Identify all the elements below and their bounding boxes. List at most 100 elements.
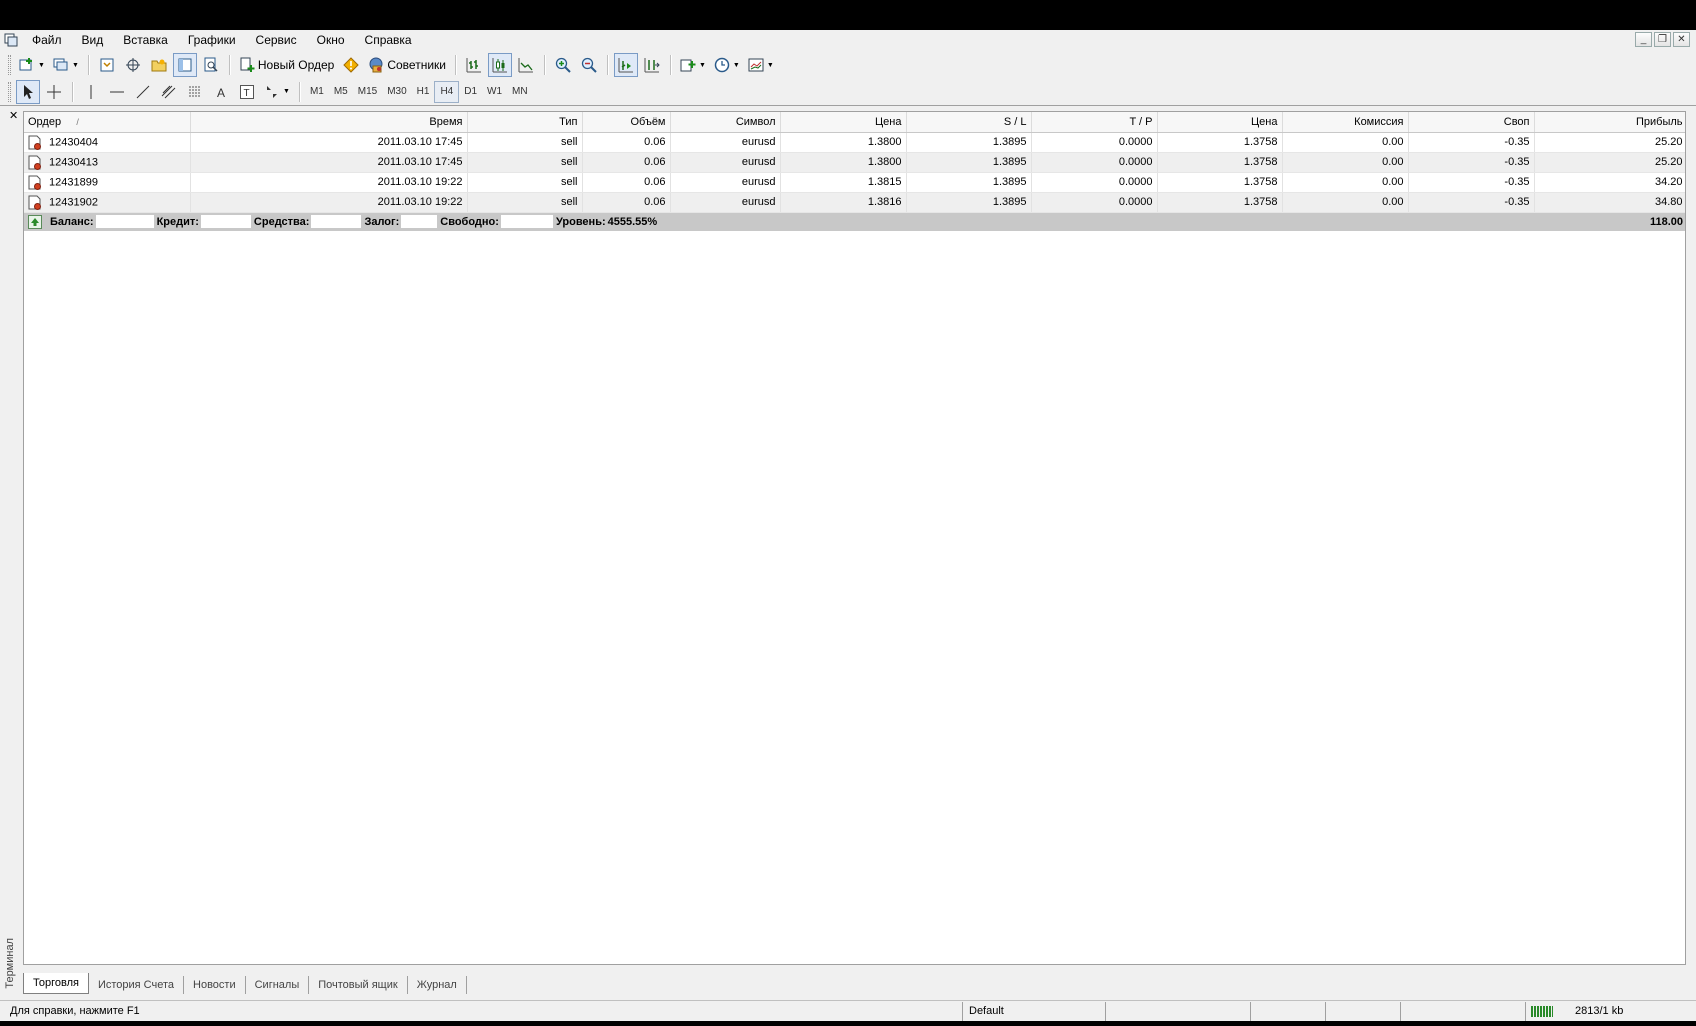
order-profit: 25.20 [1534, 132, 1685, 153]
menu-view[interactable]: Вид [72, 30, 114, 50]
status-profile: Default [962, 1001, 1004, 1021]
tester-button[interactable] [199, 53, 223, 77]
vertical-line-button[interactable] [79, 80, 103, 104]
table-row[interactable]: 12431902 2011.03.10 19:22 sell 0.06 euru… [24, 192, 1685, 213]
menu-window[interactable]: Окно [307, 30, 355, 50]
tab-trade[interactable]: Торговля [23, 973, 89, 994]
order-price: 1.3815 [780, 172, 907, 193]
timeframe-m15[interactable]: M15 [353, 81, 382, 103]
timeframe-h1[interactable]: H1 [412, 81, 435, 103]
tab-signals[interactable]: Сигналы [246, 976, 310, 994]
toolbar-grip[interactable] [8, 81, 11, 102]
zoom-in-icon [555, 57, 571, 73]
zoom-in-button[interactable] [551, 53, 575, 77]
fibonacci-button[interactable] [183, 80, 207, 104]
bar-chart-button[interactable] [462, 53, 486, 77]
column-header-type[interactable]: Тип [467, 112, 583, 133]
restore-button[interactable]: ❐ [1654, 32, 1671, 47]
vertical-line-icon [90, 84, 92, 99]
trendline-button[interactable] [131, 80, 155, 104]
profiles-button[interactable]: ▼ [50, 53, 82, 77]
status-divider [1400, 1001, 1401, 1021]
cursor-button[interactable] [16, 79, 40, 104]
equidistant-channel-button[interactable] [157, 80, 181, 104]
timeframe-mn[interactable]: MN [507, 81, 533, 103]
order-tp: 0.0000 [1031, 172, 1158, 193]
column-header-tp[interactable]: T / P [1031, 112, 1158, 133]
new-chart-button[interactable]: ▼ [16, 53, 48, 77]
crosshair-button[interactable] [42, 80, 66, 104]
column-header-volume[interactable]: Объём [582, 112, 671, 133]
timeframe-m30[interactable]: M30 [382, 81, 411, 103]
arrows-button[interactable]: ▼ [261, 80, 293, 104]
column-header-time[interactable]: Время [190, 112, 468, 133]
column-header-profit[interactable]: Прибыль [1534, 112, 1685, 133]
column-header-symbol[interactable]: Символ [670, 112, 781, 133]
terminal-side-strip: ✕ Терминал [0, 107, 23, 997]
auto-scroll-icon [618, 58, 633, 73]
order-price: 1.3816 [780, 192, 907, 213]
menu-file[interactable]: Файл [22, 30, 72, 50]
text-button[interactable]: A [209, 80, 233, 104]
line-chart-button[interactable] [514, 53, 538, 77]
toolbar-separator [228, 55, 230, 75]
auto-scroll-button[interactable] [613, 53, 638, 77]
order-price: 1.3800 [780, 132, 907, 153]
order-symbol: eurusd [670, 152, 781, 173]
toolbar-grip[interactable] [8, 55, 11, 75]
text-label-button[interactable]: T [235, 80, 259, 104]
periods-button[interactable]: ▼ [711, 53, 743, 77]
order-symbol: eurusd [670, 132, 781, 153]
credit-value-masked [200, 215, 251, 229]
metaeditor-button[interactable] [339, 53, 363, 77]
text-a-icon: A [217, 86, 225, 100]
chart-shift-button[interactable] [640, 53, 664, 77]
close-button[interactable]: ✕ [1673, 32, 1690, 47]
menu-charts[interactable]: Графики [178, 30, 246, 50]
window-controls: _ ❐ ✕ [1635, 32, 1690, 47]
table-row[interactable]: 12430404 2011.03.10 17:45 sell 0.06 euru… [24, 132, 1685, 153]
account-summary-row[interactable]: Баланс: Кредит: Средства: Залог: Свободн… [24, 212, 1685, 231]
menu-insert[interactable]: Вставка [113, 30, 178, 50]
timeframe-m5[interactable]: M5 [329, 81, 353, 103]
toolbar-separator [454, 55, 456, 75]
templates-button[interactable]: ▼ [745, 53, 777, 77]
candlestick-chart-button[interactable] [487, 53, 512, 77]
navigator-button[interactable] [147, 53, 171, 77]
chart-shift-icon [644, 58, 660, 73]
column-header-current-price[interactable]: Цена [1157, 112, 1283, 133]
menu-tools[interactable]: Сервис [246, 30, 307, 50]
order-current-price: 1.3758 [1157, 132, 1283, 153]
table-row[interactable]: 12430413 2011.03.10 17:45 sell 0.06 euru… [24, 152, 1685, 173]
tab-news[interactable]: Новости [184, 976, 246, 994]
data-window-button[interactable] [121, 53, 145, 77]
column-header-price[interactable]: Цена [780, 112, 907, 133]
close-panel-icon[interactable]: ✕ [9, 109, 18, 122]
expert-advisors-button[interactable]: Советники [365, 53, 449, 77]
timeframe-w1[interactable]: W1 [482, 81, 507, 103]
new-order-button[interactable]: Новый Ордер [236, 53, 337, 77]
tab-journal[interactable]: Журнал [408, 976, 467, 994]
column-header-swap[interactable]: Своп [1408, 112, 1535, 133]
indicators-button[interactable]: ▼ [677, 53, 709, 77]
horizontal-line-button[interactable] [105, 80, 129, 104]
dropdown-arrow-icon: ▼ [698, 61, 706, 69]
terminal-button[interactable] [172, 53, 197, 77]
timeframe-h4[interactable]: H4 [434, 80, 460, 103]
column-header-commission[interactable]: Комиссия [1282, 112, 1409, 133]
table-row[interactable]: 12431899 2011.03.10 19:22 sell 0.06 euru… [24, 172, 1685, 193]
column-header-sl[interactable]: S / L [906, 112, 1032, 133]
timeframe-m1[interactable]: M1 [305, 81, 329, 103]
column-header-order[interactable]: Ордер / [24, 112, 191, 133]
order-price: 1.3800 [780, 152, 907, 173]
margin-level-value: 4555.55% [607, 215, 658, 228]
market-watch-button[interactable] [95, 53, 119, 77]
svg-text:T: T [244, 88, 250, 99]
tab-account-history[interactable]: История Счета [89, 976, 185, 994]
zoom-out-button[interactable] [577, 53, 601, 77]
menu-help[interactable]: Справка [355, 30, 422, 50]
terminal-panel-icon [178, 58, 192, 72]
timeframe-d1[interactable]: D1 [459, 81, 482, 103]
tab-mailbox[interactable]: Почтовый ящик [309, 976, 408, 994]
minimize-button[interactable]: _ [1635, 32, 1652, 47]
